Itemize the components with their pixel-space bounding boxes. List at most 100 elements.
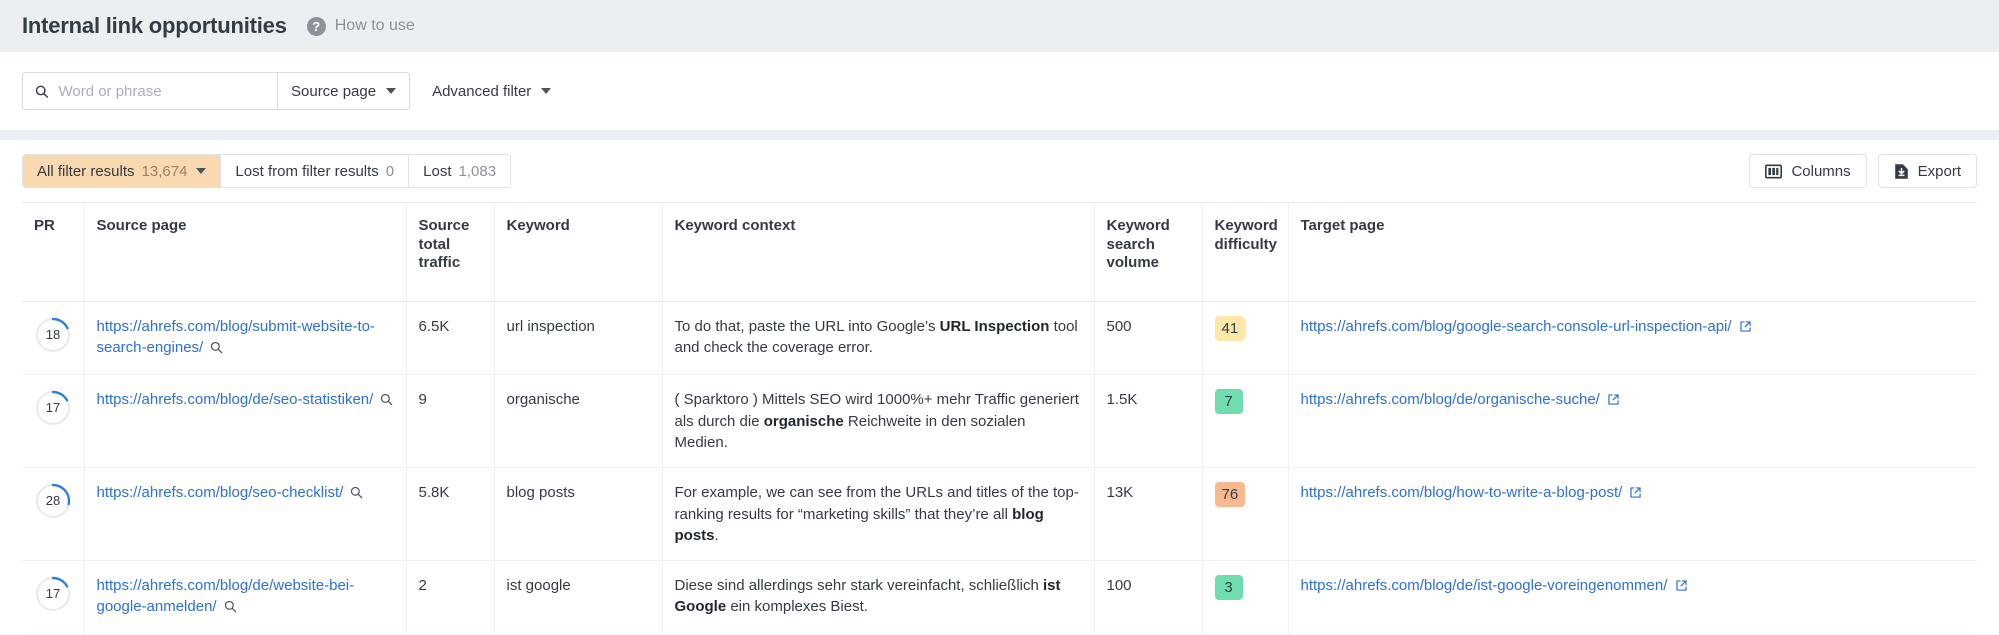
table-header: PR Source page Source total traffic Keyw… bbox=[22, 203, 1977, 302]
column-header-source-page[interactable]: Source page bbox=[84, 203, 406, 302]
advanced-filter-button[interactable]: Advanced filter bbox=[432, 83, 551, 100]
table-row: 28 https://ahrefs.com/blog/seo-checklist… bbox=[22, 468, 1977, 561]
column-header-keyword-search-volume[interactable]: Keyword search volume bbox=[1094, 203, 1202, 302]
search-input[interactable] bbox=[58, 83, 265, 100]
column-header-keyword-difficulty[interactable]: Keyword difficulty bbox=[1202, 203, 1288, 302]
tab-all-filter-results-count: 13,674 bbox=[142, 163, 188, 180]
search-box[interactable] bbox=[23, 73, 277, 109]
cell-keyword-search-volume: 100 bbox=[1094, 561, 1202, 635]
cell-pr: 28 bbox=[22, 468, 84, 561]
pr-donut-gauge: 18 bbox=[34, 316, 72, 354]
external-link-icon[interactable] bbox=[1739, 318, 1752, 339]
pr-value: 18 bbox=[34, 316, 72, 354]
pr-value: 28 bbox=[34, 482, 72, 520]
cell-pr: 17 bbox=[22, 561, 84, 635]
export-button-label: Export bbox=[1918, 163, 1961, 180]
keyword-difficulty-badge: 76 bbox=[1215, 482, 1246, 507]
search-icon bbox=[35, 84, 48, 99]
cell-keyword-difficulty: 41 bbox=[1202, 301, 1288, 375]
cell-target-page: https://ahrefs.com/blog/how-to-write-a-b… bbox=[1288, 468, 1977, 561]
keyword-context-highlight: URL Inspection bbox=[940, 318, 1050, 335]
page-header: Internal link opportunities ? How to use bbox=[0, 0, 1999, 52]
cell-keyword-difficulty: 7 bbox=[1202, 375, 1288, 468]
cell-source-total-traffic: 2 bbox=[406, 561, 494, 635]
results-toolbar: All filter results 13,674 Lost from filt… bbox=[22, 140, 1977, 202]
magnifier-icon[interactable] bbox=[350, 484, 363, 505]
cell-keyword-context: ( Sparktoro ) Mittels SEO wird 1000%+ me… bbox=[662, 375, 1094, 468]
keyword-context-highlight: ist Google bbox=[675, 577, 1061, 615]
target-page-link[interactable]: https://ahrefs.com/blog/google-search-co… bbox=[1301, 318, 1736, 335]
tab-lost-from-filter-results-count: 0 bbox=[386, 163, 394, 180]
filter-panel: Source page Advanced filter bbox=[0, 52, 1999, 130]
toolbar-actions: Columns Export bbox=[1749, 154, 1977, 188]
source-page-link[interactable]: https://ahrefs.com/blog/submit-website-t… bbox=[97, 318, 375, 356]
column-header-keyword[interactable]: Keyword bbox=[494, 203, 662, 302]
cell-source-total-traffic: 9 bbox=[406, 375, 494, 468]
tab-lost-from-filter-results[interactable]: Lost from filter results 0 bbox=[221, 155, 409, 187]
cell-source-page: https://ahrefs.com/blog/de/seo-statistik… bbox=[84, 375, 406, 468]
cell-keyword-search-volume: 500 bbox=[1094, 301, 1202, 375]
cell-keyword-difficulty: 3 bbox=[1202, 561, 1288, 635]
cell-target-page: https://ahrefs.com/blog/google-search-co… bbox=[1288, 301, 1977, 375]
cell-target-page: https://ahrefs.com/blog/de/organische-su… bbox=[1288, 375, 1977, 468]
target-page-link[interactable]: https://ahrefs.com/blog/de/organische-su… bbox=[1301, 391, 1605, 408]
table-body: 18 https://ahrefs.com/blog/submit-websit… bbox=[22, 301, 1977, 634]
external-link-icon[interactable] bbox=[1675, 577, 1688, 598]
how-to-use-link[interactable]: ? How to use bbox=[307, 17, 415, 36]
magnifier-icon[interactable] bbox=[224, 598, 237, 619]
export-button[interactable]: Export bbox=[1878, 154, 1977, 188]
tab-all-filter-results-label: All filter results bbox=[37, 163, 135, 180]
cell-pr: 17 bbox=[22, 375, 84, 468]
source-page-select[interactable]: Source page bbox=[277, 73, 409, 109]
column-header-target-page[interactable]: Target page bbox=[1288, 203, 1977, 302]
pr-value: 17 bbox=[34, 575, 72, 613]
magnifier-icon[interactable] bbox=[380, 391, 393, 412]
page-title: Internal link opportunities bbox=[22, 13, 287, 39]
target-page-link[interactable]: https://ahrefs.com/blog/de/ist-google-vo… bbox=[1301, 577, 1672, 594]
cell-target-page: https://ahrefs.com/blog/de/ist-google-vo… bbox=[1288, 561, 1977, 635]
chevron-down-icon[interactable] bbox=[196, 168, 206, 174]
cell-keyword: organische bbox=[494, 375, 662, 468]
table-header-row: PR Source page Source total traffic Keyw… bbox=[22, 203, 1977, 302]
cell-keyword: ist google bbox=[494, 561, 662, 635]
column-header-source-total-traffic[interactable]: Source total traffic bbox=[406, 203, 494, 302]
pr-donut-gauge: 17 bbox=[34, 389, 72, 427]
columns-button[interactable]: Columns bbox=[1749, 154, 1866, 188]
cell-keyword: url inspection bbox=[494, 301, 662, 375]
table-row: 17 https://ahrefs.com/blog/de/seo-statis… bbox=[22, 375, 1977, 468]
columns-icon bbox=[1765, 164, 1782, 179]
cell-keyword-context: To do that, paste the URL into Google’s … bbox=[662, 301, 1094, 375]
cell-keyword-search-volume: 13K bbox=[1094, 468, 1202, 561]
pr-donut-gauge: 17 bbox=[34, 575, 72, 613]
external-link-icon[interactable] bbox=[1629, 484, 1642, 505]
keyword-context-highlight: blog posts bbox=[675, 506, 1044, 544]
column-header-pr[interactable]: PR bbox=[22, 203, 84, 302]
pr-value: 17 bbox=[34, 389, 72, 427]
source-page-select-label: Source page bbox=[291, 83, 376, 100]
cell-keyword-context: For example, we can see from the URLs an… bbox=[662, 468, 1094, 561]
magnifier-icon[interactable] bbox=[210, 339, 223, 360]
tab-all-filter-results[interactable]: All filter results 13,674 bbox=[23, 155, 221, 187]
advanced-filter-label: Advanced filter bbox=[432, 83, 531, 100]
columns-button-label: Columns bbox=[1791, 163, 1850, 180]
export-download-icon bbox=[1894, 163, 1909, 180]
source-page-link[interactable]: https://ahrefs.com/blog/seo-checklist/ bbox=[97, 484, 348, 501]
results-card: All filter results 13,674 Lost from filt… bbox=[0, 140, 1999, 635]
chevron-down-icon bbox=[386, 88, 396, 94]
keyword-difficulty-badge: 7 bbox=[1215, 389, 1243, 414]
source-page-link[interactable]: https://ahrefs.com/blog/de/seo-statistik… bbox=[97, 391, 378, 408]
search-filter-group: Source page bbox=[22, 72, 410, 110]
cell-source-page: https://ahrefs.com/blog/submit-website-t… bbox=[84, 301, 406, 375]
filter-result-tabs: All filter results 13,674 Lost from filt… bbox=[22, 154, 511, 188]
question-mark-icon[interactable]: ? bbox=[307, 17, 326, 36]
table-row: 18 https://ahrefs.com/blog/submit-websit… bbox=[22, 301, 1977, 375]
keyword-context-highlight: organische bbox=[764, 413, 844, 430]
target-page-link[interactable]: https://ahrefs.com/blog/how-to-write-a-b… bbox=[1301, 484, 1627, 501]
external-link-icon[interactable] bbox=[1607, 391, 1620, 412]
cell-source-page: https://ahrefs.com/blog/seo-checklist/ bbox=[84, 468, 406, 561]
cell-source-total-traffic: 6.5K bbox=[406, 301, 494, 375]
tab-lost-label: Lost bbox=[423, 163, 451, 180]
tab-lost[interactable]: Lost 1,083 bbox=[409, 155, 510, 187]
cell-keyword: blog posts bbox=[494, 468, 662, 561]
column-header-keyword-context[interactable]: Keyword context bbox=[662, 203, 1094, 302]
